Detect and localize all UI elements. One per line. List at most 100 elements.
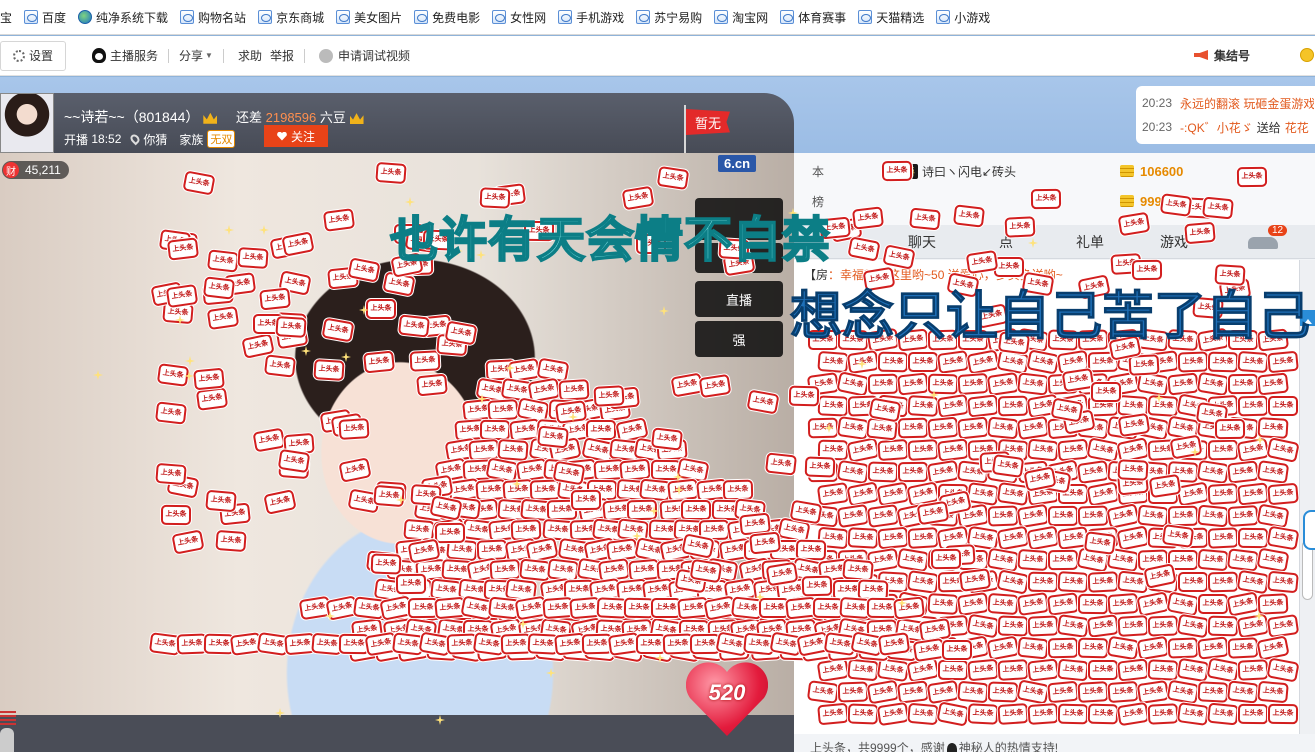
tab-dian[interactable]: 点 bbox=[964, 232, 1048, 252]
bookmarks-bar: 宝 百度 纯净系统下载 购物名站 京东商城 美女图片 免费电影 女性网 手机游戏 苏宁易购 淘宝网 体… bbox=[0, 0, 1315, 35]
car-icon[interactable] bbox=[1248, 237, 1278, 249]
video-side-panel[interactable] bbox=[695, 198, 783, 240]
tab-chat[interactable]: 聊天 bbox=[880, 232, 964, 252]
share-dropdown[interactable]: 分享 ▼ bbox=[179, 47, 213, 64]
video-side-panel[interactable]: 直播 bbox=[695, 281, 783, 317]
coin-stack-icon bbox=[1120, 165, 1134, 177]
page-icon bbox=[336, 10, 351, 24]
video-side-panel[interactable]: 强 bbox=[695, 321, 783, 357]
heart-icon bbox=[277, 132, 287, 141]
right-panel: 本 伯爵 诗曰ヽ闪电↙砖头 106600 榜 99990 聊天 点 礼单 游戏 … bbox=[794, 153, 1315, 752]
coin-icon[interactable] bbox=[1300, 48, 1314, 62]
tab-gift-list[interactable]: 礼单 bbox=[1048, 232, 1132, 252]
bookmark-item[interactable]: 美女图片 bbox=[331, 6, 407, 28]
side-expand-handle[interactable] bbox=[1303, 510, 1315, 550]
bookmark-item[interactable]: 体育赛事 bbox=[775, 6, 851, 28]
live-video[interactable]: 财 45,211 6.cn 海 直播 强 bbox=[0, 153, 794, 715]
car-count-badge: 12 bbox=[1268, 225, 1288, 236]
bookmark-item[interactable]: 女性网 bbox=[487, 6, 551, 28]
bookmark-label: 京东商城 bbox=[276, 10, 325, 25]
live-room-page: 宝 百度 纯净系统下载 购物名站 京东商城 美女图片 免费电影 女性网 手机游戏 苏宁易购 淘宝网 体… bbox=[0, 0, 1315, 752]
anchor-name: ~~诗若~~（801844） bbox=[64, 107, 218, 127]
page-icon bbox=[558, 10, 573, 24]
bookmark-item[interactable]: 纯净系统下载 bbox=[73, 6, 173, 28]
bookmark-label: 手机游戏 bbox=[576, 10, 625, 25]
report-link[interactable]: 举报 bbox=[270, 47, 294, 64]
bookmark-item[interactable]: 京东商城 bbox=[253, 6, 329, 28]
bookmark-item[interactable]: 手机游戏 bbox=[553, 6, 629, 28]
rank-user[interactable]: 诗曰ヽ闪电↙砖头 bbox=[922, 163, 1016, 180]
settings-button[interactable]: 设置 bbox=[0, 40, 66, 71]
rank-board: 本 伯爵 诗曰ヽ闪电↙砖头 106600 榜 99990 bbox=[794, 153, 1315, 225]
bookmark-item[interactable]: 天猫精选 bbox=[853, 6, 929, 28]
bookmark-label: 百度 bbox=[42, 10, 67, 25]
bookmark-label: 宝 bbox=[0, 10, 13, 25]
notice-text[interactable]: 永远的翻滚 玩砸金蛋游戏 bbox=[1180, 95, 1314, 112]
live-label: 开播 bbox=[64, 132, 89, 147]
follow-label: 关注 bbox=[290, 129, 315, 144]
page-icon bbox=[258, 10, 273, 24]
page-icon bbox=[414, 10, 429, 24]
page-icon bbox=[636, 10, 651, 24]
bookmark-label: 免费电影 bbox=[432, 10, 481, 25]
bookmark-item[interactable]: 免费电影 bbox=[409, 6, 485, 28]
help-link[interactable]: 求助 bbox=[238, 47, 262, 64]
notice-user[interactable]: -:QK゛小花ゞ bbox=[1180, 119, 1253, 136]
bookmark-label: 女性网 bbox=[510, 10, 547, 25]
level-tag: 伯爵 bbox=[892, 163, 918, 179]
bookmark-item[interactable]: 小游戏 bbox=[931, 6, 995, 28]
bookmark-item[interactable]: 苏宁易购 bbox=[631, 6, 707, 28]
wealth-icon: 财 bbox=[3, 162, 19, 178]
system-message: 【房：幸福？翻这里哟~50 送爱心，多买多送哟~ bbox=[804, 266, 1063, 283]
panel-tabs: 聊天 点 礼单 游戏 12 bbox=[794, 225, 1315, 259]
side-panel-label: 直播 bbox=[725, 292, 752, 308]
ninja-icon bbox=[946, 742, 957, 752]
coin-stack-icon bbox=[1120, 195, 1134, 207]
chat-scrollbar[interactable] bbox=[1299, 260, 1315, 734]
gear-icon bbox=[12, 49, 25, 62]
tab-games[interactable]: 游戏 bbox=[1132, 232, 1216, 252]
flag-label: 暂无 bbox=[686, 109, 730, 135]
follow-button[interactable]: 关注 bbox=[264, 125, 328, 147]
gift-thanks-message: 上头条，共9999个，感谢 神秘人的热情支持! bbox=[810, 739, 1058, 752]
page-icon bbox=[714, 10, 729, 24]
globe-icon bbox=[78, 10, 93, 24]
location-text: 你猜 bbox=[143, 132, 168, 147]
notice-board: 20:23 永远的翻滚 玩砸金蛋游戏 20:23 -:QK゛小花ゞ 送给 花花 bbox=[1136, 86, 1315, 144]
chat-area[interactable]: 【房：幸福？翻这里哟~50 送爱心，多买多送哟~ bbox=[794, 260, 1299, 734]
avatar[interactable] bbox=[0, 93, 54, 153]
jiejiehao-label: 集结号 bbox=[1214, 48, 1251, 63]
page-icon bbox=[936, 10, 951, 24]
anchor-name-text: ~~诗若~~（801844） bbox=[64, 109, 200, 125]
bookmark-item[interactable]: 购物名站 bbox=[175, 6, 251, 28]
flag-pole bbox=[684, 105, 686, 153]
volume-bars-icon[interactable] bbox=[0, 711, 16, 725]
divider bbox=[168, 48, 170, 63]
apply-video-link[interactable]: 申请调试视频 bbox=[318, 47, 410, 64]
jiejiehao-link[interactable]: 集结号 bbox=[1194, 43, 1250, 67]
divider bbox=[222, 48, 224, 63]
bookmark-label: 美女图片 bbox=[354, 10, 403, 25]
host-service-label: 主播服务 bbox=[110, 49, 159, 63]
host-service-link[interactable]: 主播服务 bbox=[92, 47, 158, 64]
gift-thanks-prefix: 上头条，共9999个，感谢 bbox=[810, 741, 945, 752]
microphone-icon[interactable] bbox=[0, 728, 14, 752]
gift-heart-520[interactable]: 520 bbox=[686, 662, 768, 736]
scroll-up-arrow-icon[interactable] bbox=[1300, 310, 1315, 326]
camera-icon bbox=[318, 48, 333, 63]
family-badge[interactable]: 无双 bbox=[207, 130, 236, 148]
rank-flag[interactable]: 暂无 bbox=[682, 105, 732, 153]
live-time: 18:52 bbox=[91, 132, 122, 146]
qq-penguin-icon bbox=[92, 48, 106, 63]
report-label: 举报 bbox=[269, 49, 294, 63]
anchor-meta: 开播 18:52 你猜 家族 无双 bbox=[64, 130, 236, 148]
bookmark-item[interactable]: 宝 bbox=[0, 6, 17, 28]
rank-coins-value: 99990 bbox=[1140, 193, 1177, 209]
location-pin-icon bbox=[129, 132, 142, 146]
page-icon bbox=[24, 10, 39, 24]
bookmark-item[interactable]: 百度 bbox=[19, 6, 71, 28]
bookmark-item[interactable]: 淘宝网 bbox=[709, 6, 773, 28]
site-toolbar: 设置 主播服务 分享 ▼ 求助 举报 申请调试视频 集结号 bbox=[0, 36, 1315, 76]
video-side-panel[interactable]: 海 bbox=[695, 243, 783, 273]
bookmark-label: 纯净系统下载 bbox=[96, 10, 169, 25]
